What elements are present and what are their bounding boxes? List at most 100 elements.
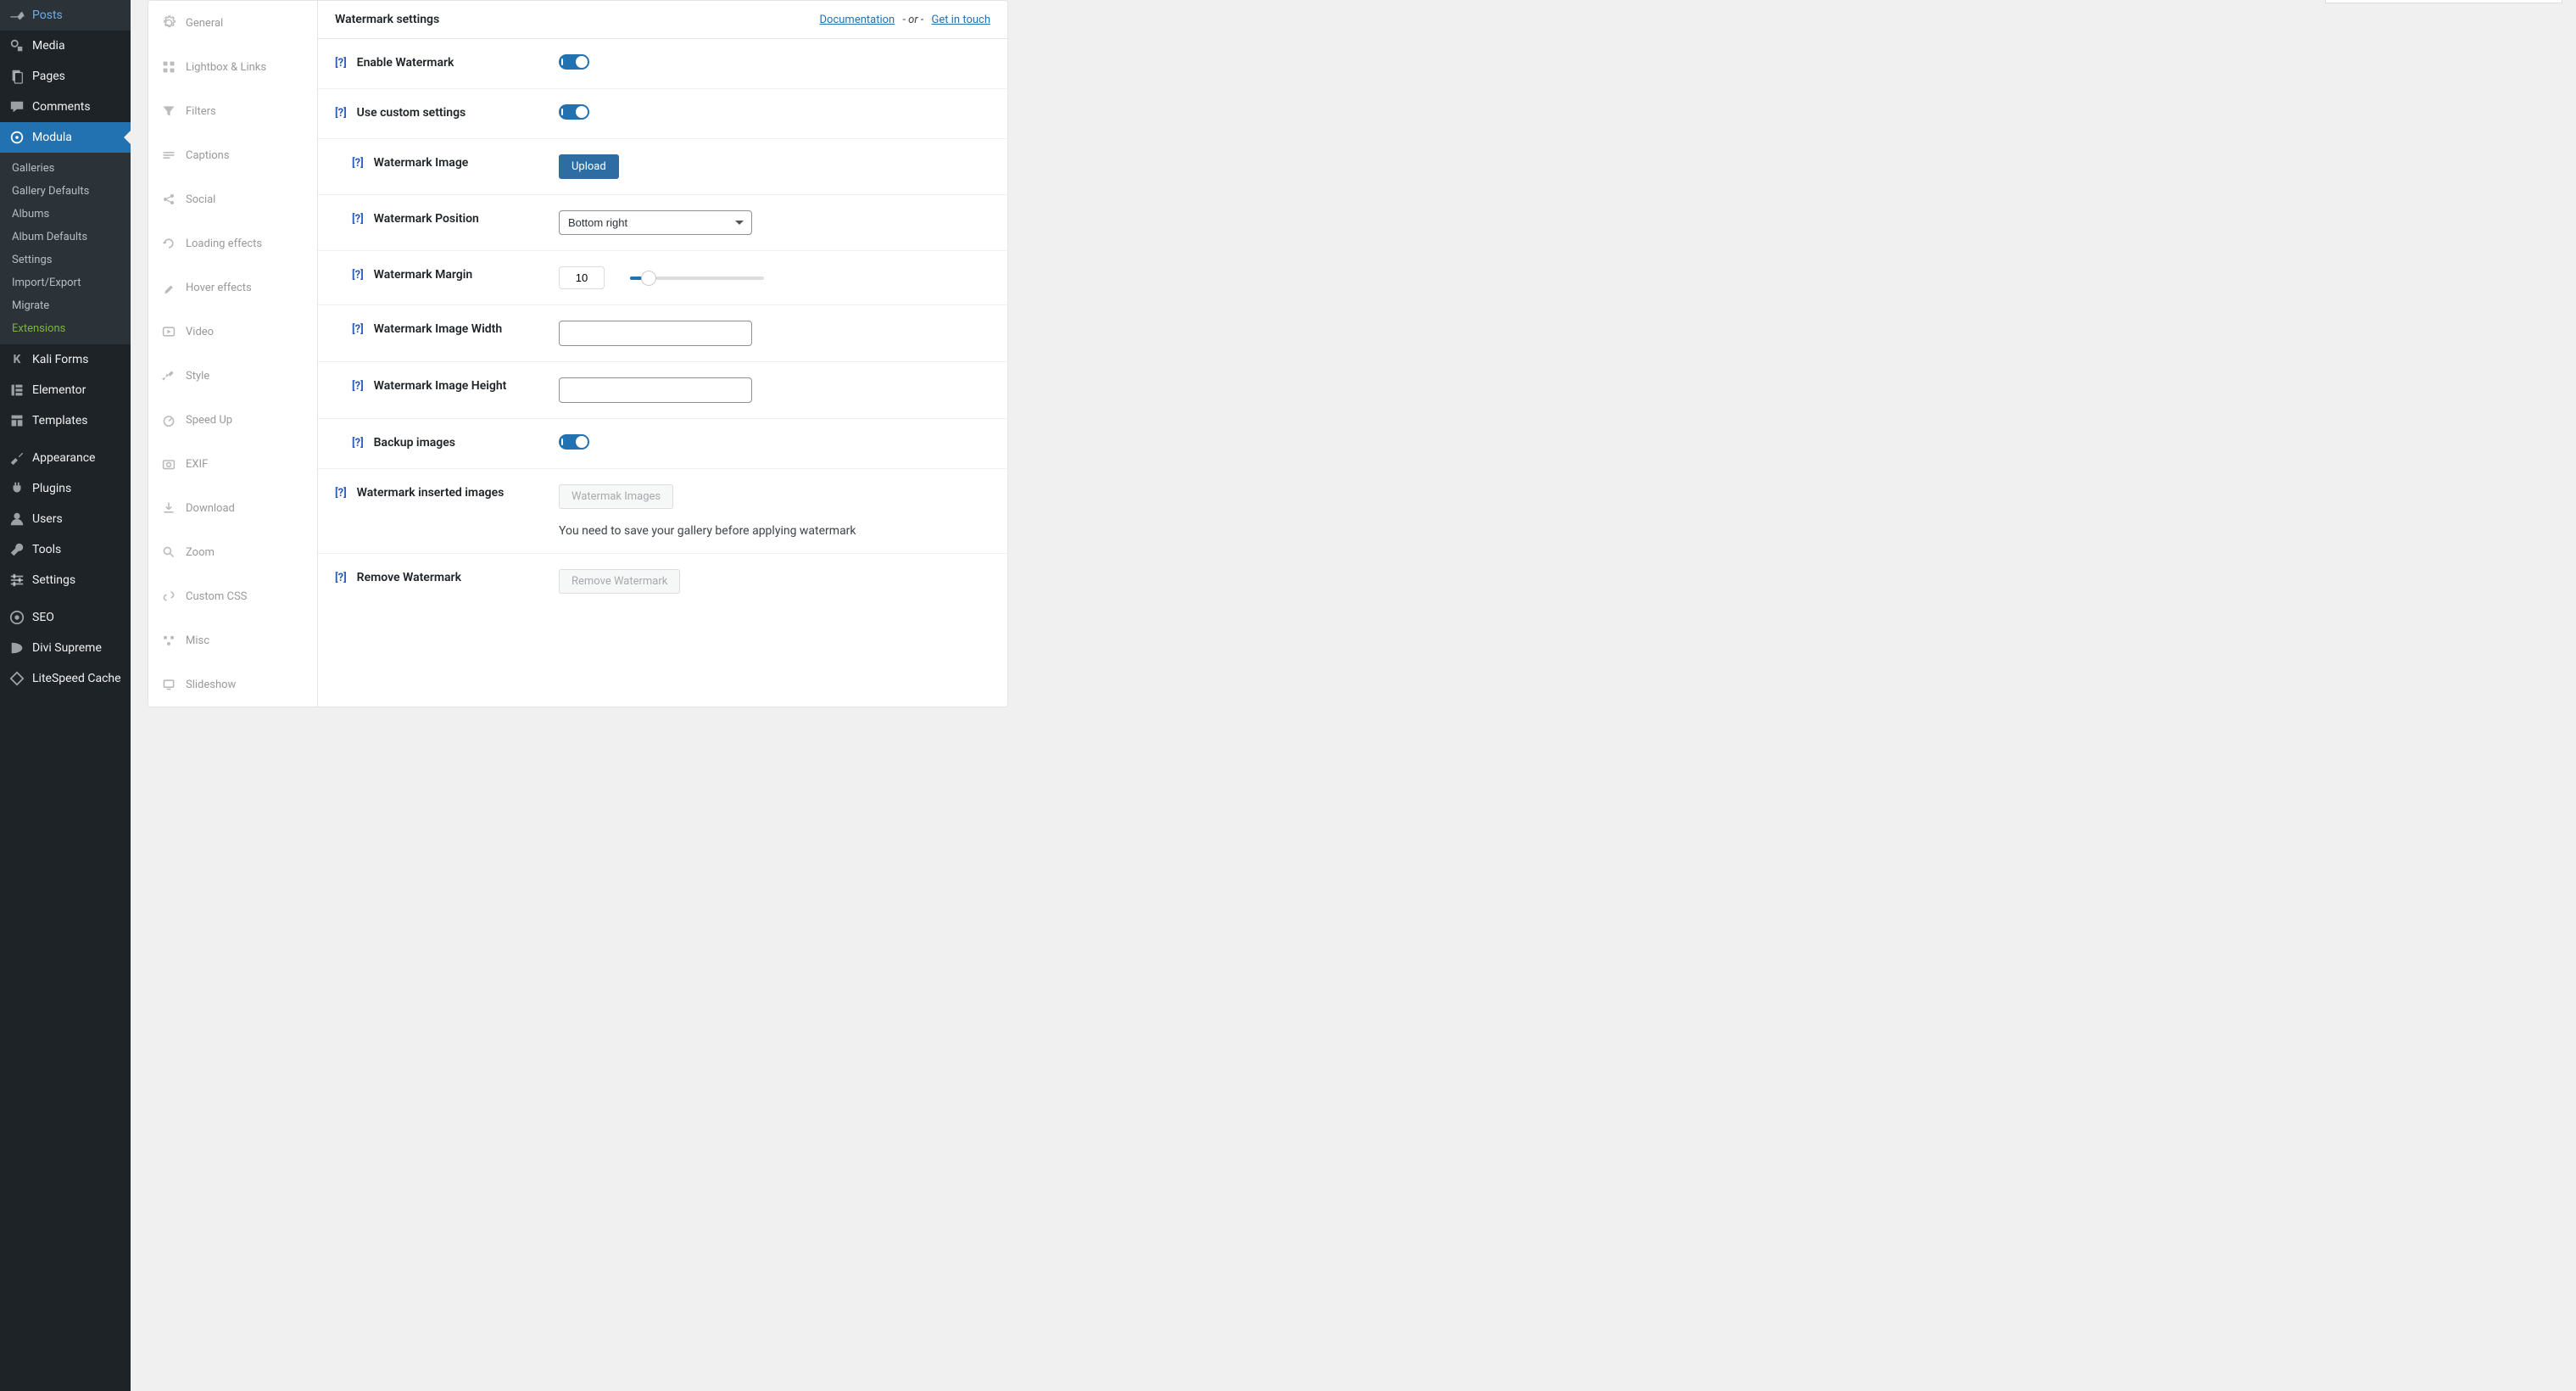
remove-watermark-button[interactable]: Remove Watermark bbox=[559, 569, 680, 594]
side-metabox bbox=[2325, 0, 2562, 3]
help-link[interactable]: [?] bbox=[352, 157, 364, 170]
help-link[interactable]: [?] bbox=[335, 57, 347, 70]
comment-icon bbox=[8, 98, 25, 115]
tab-label: Zoom bbox=[186, 546, 215, 559]
submenu-extensions[interactable]: Extensions bbox=[0, 317, 131, 340]
tab-slideshow[interactable]: Slideshow bbox=[148, 662, 317, 707]
submenu-migrate[interactable]: Migrate bbox=[0, 294, 131, 317]
tab-label: Video bbox=[186, 326, 214, 338]
tab-label: Loading effects bbox=[186, 237, 262, 250]
help-link[interactable]: [?] bbox=[352, 213, 364, 226]
submenu-gallery-defaults[interactable]: Gallery Defaults bbox=[0, 180, 131, 203]
menu-label: Modula bbox=[32, 131, 72, 144]
row-backup-images: [?] Backup images bbox=[318, 419, 1007, 469]
row-label: Watermark Margin bbox=[374, 268, 473, 282]
help-link[interactable]: [?] bbox=[352, 437, 364, 450]
tab-label: EXIF bbox=[186, 458, 208, 471]
css-icon bbox=[160, 588, 177, 605]
k-icon: K bbox=[8, 351, 25, 368]
menu-item-divi[interactable]: Divi Supreme bbox=[0, 633, 131, 663]
media-icon bbox=[8, 37, 25, 54]
row-label: Watermark inserted images bbox=[357, 486, 505, 500]
help-link[interactable]: [?] bbox=[352, 380, 364, 393]
row-watermark-position: [?] Watermark Position bbox=[318, 195, 1007, 251]
watermark-images-button[interactable]: Watermak Images bbox=[559, 484, 673, 509]
help-link[interactable]: [?] bbox=[335, 572, 347, 584]
tab-misc[interactable]: Misc bbox=[148, 618, 317, 662]
width-input[interactable] bbox=[559, 321, 752, 346]
tab-label: Custom CSS bbox=[186, 590, 247, 603]
backup-toggle[interactable] bbox=[559, 434, 589, 450]
row-label: Remove Watermark bbox=[357, 571, 461, 584]
tab-label: General bbox=[186, 17, 223, 30]
margin-slider[interactable] bbox=[630, 277, 764, 280]
row-watermark-inserted: [?] Watermark inserted images Watermak I… bbox=[318, 469, 1007, 554]
tab-social[interactable]: Social bbox=[148, 177, 317, 221]
help-link[interactable]: [?] bbox=[352, 269, 364, 282]
submenu-album-defaults[interactable]: Album Defaults bbox=[0, 226, 131, 249]
menu-item-media[interactable]: Media bbox=[0, 31, 131, 61]
menu-item-comments[interactable]: Comments bbox=[0, 92, 131, 122]
exif-icon bbox=[160, 455, 177, 472]
tab-speed[interactable]: Speed Up bbox=[148, 398, 317, 442]
row-enable-watermark: [?] Enable Watermark bbox=[318, 39, 1007, 89]
menu-item-pages[interactable]: Pages bbox=[0, 61, 131, 92]
menu-item-plugins[interactable]: Plugins bbox=[0, 473, 131, 504]
menu-label: Comments bbox=[32, 100, 91, 114]
menu-item-kali-forms[interactable]: K Kali Forms bbox=[0, 344, 131, 375]
submenu-albums[interactable]: Albums bbox=[0, 203, 131, 226]
filter-icon bbox=[160, 103, 177, 120]
menu-item-elementor[interactable]: Elementor bbox=[0, 375, 131, 405]
submenu-import-export[interactable]: Import/Export bbox=[0, 271, 131, 294]
tab-lightbox[interactable]: Lightbox & Links bbox=[148, 45, 317, 89]
admin-sidebar: Posts Media Pages Comments Modula Galler… bbox=[0, 0, 131, 1391]
pin-icon bbox=[8, 7, 25, 24]
enable-watermark-toggle[interactable] bbox=[559, 54, 589, 70]
help-link[interactable]: [?] bbox=[335, 487, 347, 500]
tab-download[interactable]: Download bbox=[148, 486, 317, 530]
menu-item-settings[interactable]: Settings bbox=[0, 565, 131, 595]
tab-style[interactable]: Style bbox=[148, 354, 317, 398]
tab-filters[interactable]: Filters bbox=[148, 89, 317, 133]
tab-general[interactable]: General bbox=[148, 1, 317, 45]
tab-captions[interactable]: Captions bbox=[148, 133, 317, 177]
height-input[interactable] bbox=[559, 377, 752, 403]
tab-hover[interactable]: Hover effects bbox=[148, 265, 317, 310]
panel-header: Watermark settings Documentation - or - … bbox=[318, 1, 1007, 39]
template-icon bbox=[8, 412, 25, 429]
tab-exif[interactable]: EXIF bbox=[148, 442, 317, 486]
speed-icon bbox=[160, 411, 177, 428]
tools-icon bbox=[8, 541, 25, 558]
tab-zoom[interactable]: Zoom bbox=[148, 530, 317, 574]
menu-item-appearance[interactable]: Appearance bbox=[0, 443, 131, 473]
tab-css[interactable]: Custom CSS bbox=[148, 574, 317, 618]
tab-label: Social bbox=[186, 193, 215, 206]
menu-item-modula[interactable]: Modula bbox=[0, 122, 131, 153]
menu-item-litespeed[interactable]: LiteSpeed Cache bbox=[0, 663, 131, 694]
hover-icon bbox=[160, 279, 177, 296]
menu-item-templates[interactable]: Templates bbox=[0, 405, 131, 436]
upload-button[interactable]: Upload bbox=[559, 154, 619, 179]
slider-thumb[interactable] bbox=[641, 271, 656, 286]
documentation-link[interactable]: Documentation bbox=[820, 14, 895, 26]
tab-label: Download bbox=[186, 502, 235, 515]
menu-item-users[interactable]: Users bbox=[0, 504, 131, 534]
tab-label: Style bbox=[186, 370, 209, 383]
position-select[interactable] bbox=[559, 210, 752, 235]
margin-input[interactable] bbox=[559, 266, 605, 289]
menu-item-tools[interactable]: Tools bbox=[0, 534, 131, 565]
slideshow-icon bbox=[160, 676, 177, 693]
help-link[interactable]: [?] bbox=[352, 323, 364, 336]
row-label: Watermark Image bbox=[374, 156, 469, 170]
tab-video[interactable]: Video bbox=[148, 310, 317, 354]
tab-loading[interactable]: Loading effects bbox=[148, 221, 317, 265]
submenu-galleries[interactable]: Galleries bbox=[0, 157, 131, 180]
row-label: Use custom settings bbox=[357, 106, 466, 120]
menu-label: SEO bbox=[32, 611, 54, 624]
submenu-settings[interactable]: Settings bbox=[0, 249, 131, 271]
menu-item-posts[interactable]: Posts bbox=[0, 0, 131, 31]
help-link[interactable]: [?] bbox=[335, 107, 347, 120]
contact-link[interactable]: Get in touch bbox=[932, 14, 990, 26]
menu-item-seo[interactable]: SEO bbox=[0, 602, 131, 633]
custom-settings-toggle[interactable] bbox=[559, 104, 589, 120]
